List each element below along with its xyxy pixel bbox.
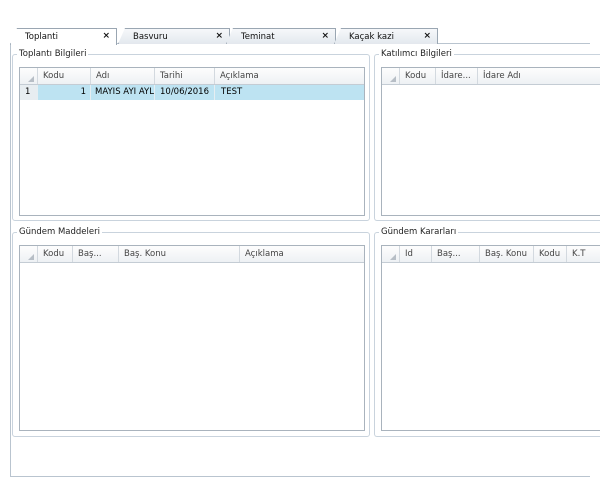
column-header-kodu[interactable]: Kodu — [534, 246, 567, 262]
column-header-id[interactable]: Id — [400, 246, 432, 262]
tab-basvuru[interactable]: Basvuru × — [118, 28, 230, 44]
grid-header: Id Baş... Baş. Konu Kodu K.T — [382, 246, 600, 263]
tab-label: Toplanti — [25, 32, 58, 42]
cell-kodu[interactable]: 1 — [38, 85, 91, 100]
column-header-idare[interactable]: İdare... — [436, 68, 478, 84]
grid-header: Kodu Baş... Baş. Konu Açıklama — [20, 246, 364, 263]
row-number: 1 — [20, 85, 38, 100]
corner-triangle-icon — [390, 76, 396, 82]
close-icon[interactable]: × — [423, 31, 431, 41]
column-header-bas-konu[interactable]: Baş. Konu — [119, 246, 240, 262]
close-icon[interactable]: × — [215, 31, 223, 41]
corner-triangle-icon — [28, 254, 34, 260]
group-title: Gündem Maddeleri — [19, 227, 100, 237]
participant-grid[interactable]: Kodu İdare... İdare Adı — [381, 67, 600, 216]
column-header-aciklama[interactable]: Açıklama — [215, 68, 364, 84]
column-header-kodu[interactable]: Kodu — [38, 246, 73, 262]
table-row[interactable]: 1 1 MAYIS AYI AYLIK 10/06/2016 TEST — [20, 85, 364, 100]
column-header-tarihi[interactable]: Tarihi — [155, 68, 215, 84]
select-all-corner[interactable] — [20, 246, 38, 262]
cell-adi[interactable]: MAYIS AYI AYLIK — [91, 85, 155, 100]
corner-triangle-icon — [390, 254, 396, 260]
agenda-decisions-grid[interactable]: Id Baş... Baş. Konu Kodu K.T — [381, 245, 600, 431]
column-header-kt[interactable]: K.T — [567, 246, 600, 262]
grid-header: Kodu Adı Tarihi Açıklama — [20, 68, 364, 85]
cell-tarihi[interactable]: 10/06/2016 — [155, 85, 215, 100]
column-header-kodu[interactable]: Kodu — [400, 68, 436, 84]
meeting-grid[interactable]: Kodu Adı Tarihi Açıklama 1 1 MAYIS AYI A… — [19, 67, 365, 216]
tab-toplanti[interactable]: Toplanti × — [10, 28, 117, 45]
select-all-corner[interactable] — [20, 68, 38, 84]
select-all-corner[interactable] — [382, 68, 400, 84]
group-title: Katılımcı Bilgileri — [381, 49, 452, 59]
grid-header: Kodu İdare... İdare Adı — [382, 68, 600, 85]
column-header-aciklama[interactable]: Açıklama — [240, 246, 364, 262]
column-header-kodu[interactable]: Kodu — [38, 68, 91, 84]
close-icon[interactable]: × — [321, 31, 329, 41]
column-header-bas-konu[interactable]: Baş. Konu — [480, 246, 534, 262]
cell-aciklama[interactable]: TEST — [215, 85, 364, 100]
tab-label: Kaçak kazi — [349, 32, 394, 42]
tab-kacak-kazi[interactable]: Kaçak kazi × — [334, 28, 438, 44]
group-title: Toplantı Bilgileri — [19, 49, 87, 59]
close-icon[interactable]: × — [102, 31, 110, 41]
column-header-bas[interactable]: Baş... — [73, 246, 119, 262]
column-header-adi[interactable]: Adı — [91, 68, 155, 84]
column-header-idare-adi[interactable]: İdare Adı — [478, 68, 600, 84]
agenda-items-grid[interactable]: Kodu Baş... Baş. Konu Açıklama — [19, 245, 365, 431]
tab-teminat[interactable]: Teminat × — [226, 28, 336, 44]
tab-label: Basvuru — [133, 32, 168, 42]
column-header-bas[interactable]: Baş... — [432, 246, 480, 262]
tab-label: Teminat — [241, 32, 275, 42]
group-title: Gündem Kararları — [381, 227, 457, 237]
corner-triangle-icon — [28, 76, 34, 82]
select-all-corner[interactable] — [382, 246, 400, 262]
